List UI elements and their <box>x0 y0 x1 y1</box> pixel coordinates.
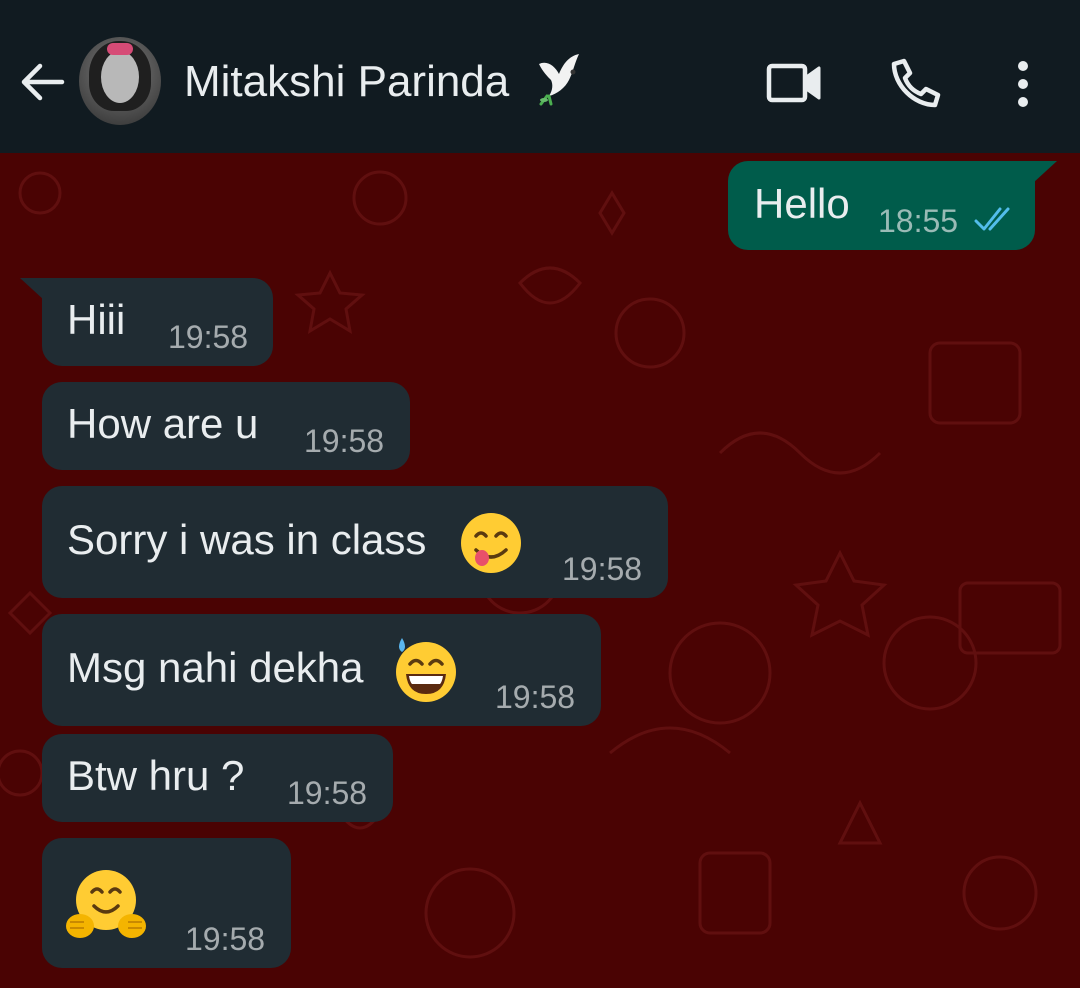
read-receipt-icon <box>974 207 1010 231</box>
message-time: 19:58 <box>168 319 249 355</box>
grinning-sweat-emoji <box>396 638 456 702</box>
back-button[interactable] <box>16 56 68 108</box>
message-text: Hiii <box>67 296 126 343</box>
message-bubble-incoming[interactable]: Sorry i was in class 19:58 <box>42 486 668 598</box>
message-text: Hello <box>754 180 850 227</box>
message-bubble-incoming[interactable]: Msg nahi dekha 19:58 <box>42 614 601 726</box>
message-bubble-incoming[interactable]: How are u 19:58 <box>42 382 410 470</box>
avatar-face <box>101 51 139 103</box>
arrow-back-icon <box>21 63 65 101</box>
message-text: Sorry i was in class <box>67 516 427 563</box>
message-bubble-incoming[interactable]: Hiii 19:58 <box>20 278 273 366</box>
message-time: 19:58 <box>185 921 266 957</box>
message-time: 19:58 <box>304 423 385 459</box>
avatar-bow <box>107 43 133 55</box>
message-text: Msg nahi dekha <box>67 644 364 691</box>
video-call-button[interactable] <box>765 60 823 106</box>
avatar[interactable] <box>79 37 161 125</box>
chat-header: Mitakshi Parinda <box>0 0 1080 153</box>
more-options-button[interactable] <box>1004 56 1042 112</box>
dove-icon <box>539 54 579 106</box>
contact-name[interactable]: Mitakshi Parinda <box>184 56 509 108</box>
phone-icon <box>891 58 941 108</box>
video-camera-icon <box>766 63 821 103</box>
message-bubble-incoming[interactable]: Btw hru ? 19:58 <box>42 734 393 822</box>
bubble-tail <box>1033 161 1057 183</box>
message-text: Btw hru ? <box>67 752 245 799</box>
more-vertical-icon <box>1018 61 1028 107</box>
voice-call-button[interactable] <box>888 55 944 111</box>
message-text: How are u <box>67 400 259 447</box>
message-bubble-incoming[interactable]: 19:58 <box>42 838 291 968</box>
bubble-tail <box>20 278 44 300</box>
hugging-face-emoji <box>66 870 146 938</box>
face-savoring-food-emoji <box>461 513 521 573</box>
message-time: 19:58 <box>495 679 576 715</box>
message-time: 19:58 <box>562 551 643 587</box>
message-time: 19:58 <box>287 775 368 811</box>
message-bubble-outgoing[interactable]: Hello 18:55 <box>728 161 1057 250</box>
message-time: 18:55 <box>878 203 959 239</box>
